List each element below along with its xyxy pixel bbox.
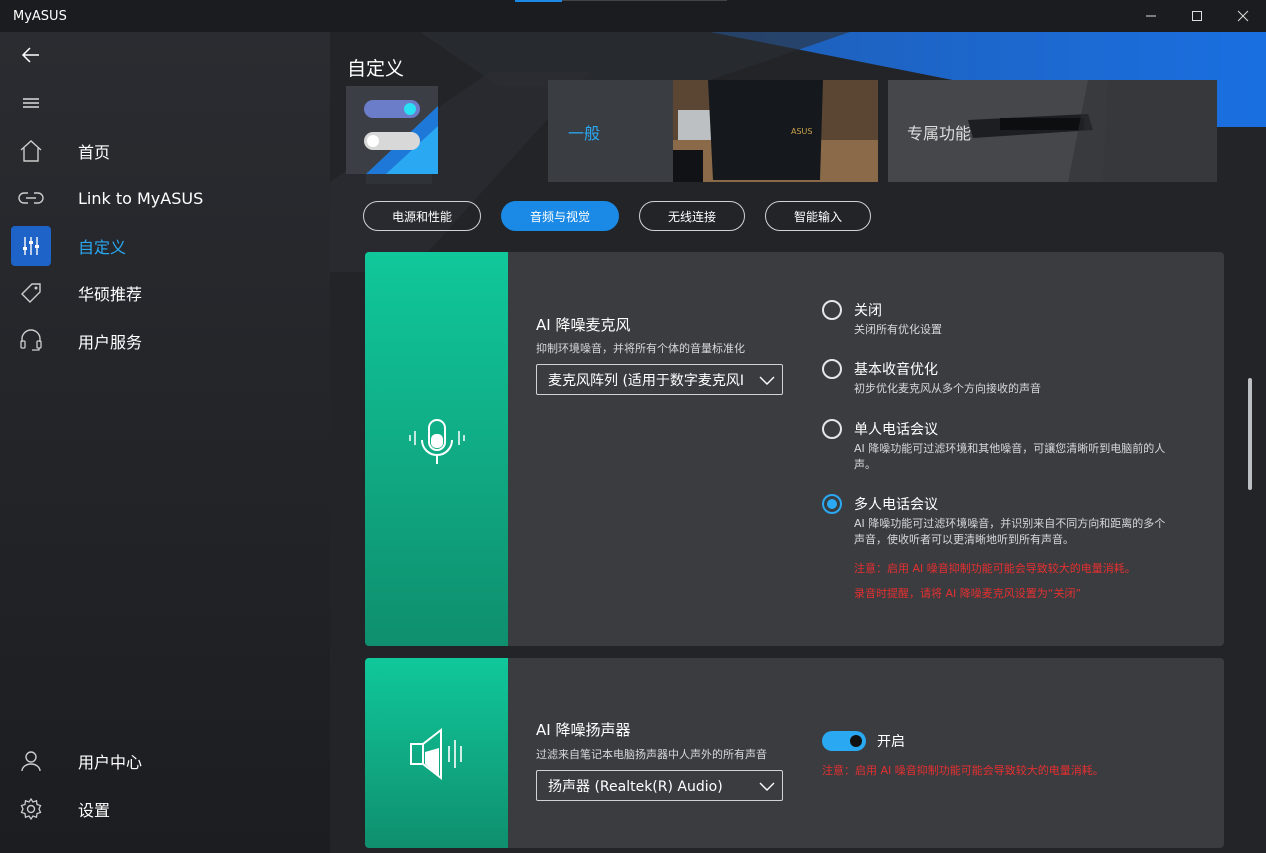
maximize-button[interactable] [1174,0,1220,32]
speaker-banner [365,658,508,848]
card-general[interactable]: ASUS 一般 [548,80,878,182]
nav-link-label: Link to MyASUS [78,188,204,208]
mic-warning-recording: 录音时提醒，请将 AI 降噪麦克风设置为“关闭” [854,587,1082,600]
back-arrow-icon [21,47,39,63]
speaker-warning: 注意：启用 AI 噪音抑制功能可能会导致较大的电量消耗。 [822,764,1104,777]
speaker-device-value: 扬声器 (Realtek(R) Audio) [548,778,723,795]
mic-description: 抑制环境噪音，并将所有个体的音量标准化 [536,342,745,355]
tag-icon [21,283,41,303]
card-exclusive[interactable]: 专属功能 [888,80,1217,182]
tab-wireless[interactable]: 无线连接 [639,201,746,231]
sidebar: 首页 Link to MyASUS 自定义 华硕推荐 用户服务 用户中心 设置 [0,32,330,853]
mic-title: AI 降噪麦克风 [536,316,631,334]
speaker-toggle-label: 开启 [877,734,905,750]
speaker-description: 过滤来自笔记本电脑扬声器中人声外的所有声音 [536,748,767,761]
link-icon [18,192,44,204]
radio-off[interactable] [822,300,842,320]
nav-settings-label: 设置 [78,801,111,820]
page-title: 自定义 [347,58,405,80]
tab-power-performance[interactable]: 电源和性能 [363,201,482,231]
microphone-icon [409,419,465,464]
mic-device-value: 麦克风阵列 (适用于数字麦克风I [548,372,745,389]
mic-warning-power: 注意：启用 AI 噪音抑制功能可能会导致较大的电量消耗。 [854,562,1136,575]
chevron-down-icon [759,376,775,385]
vertical-scrollbar[interactable] [1248,378,1252,490]
speaker-title: AI 降噪扬声器 [536,721,631,739]
nav-support[interactable]: 用户服务 [0,319,330,363]
app-title: MyASUS [13,8,67,24]
nav-recommend[interactable]: 华硕推荐 [0,271,330,315]
tab-bar: 电源和性能 音频与视觉 无线连接 智能输入 [363,201,872,231]
sliders-icon [23,237,39,255]
minimize-button[interactable] [1128,0,1174,32]
user-icon [21,751,41,772]
option-multi-call-desc: AI 降噪功能可过滤环境噪音，并识别来自不同方向和距离的多个声音，使收听者可以更… [854,517,1166,546]
title-divider-line [562,0,727,1]
tab-audio-visual[interactable]: 音频与视觉 [501,201,620,231]
nav-customize-label: 自定义 [78,238,127,257]
speaker-device-select[interactable]: 扬声器 (Realtek(R) Audio) [536,770,783,801]
option-basic-title: 基本收音优化 [854,362,938,378]
option-off-title: 关闭 [854,303,882,319]
title-accent-line [515,0,562,2]
nav-home[interactable]: 首页 [0,129,330,173]
radio-multi-call[interactable] [822,494,842,514]
nav-settings[interactable]: 设置 [0,787,330,831]
ai-speaker-panel: AI 降噪扬声器 过滤来自笔记本电脑扬声器中人声外的所有声音 扬声器 (Real… [365,658,1224,848]
option-multi-call-title: 多人电话会议 [854,497,938,513]
chevron-down-icon [759,782,775,791]
svg-text:ASUS: ASUS [791,127,812,136]
speaker-toggle[interactable] [822,731,866,751]
title-bar: MyASUS [0,0,1266,32]
card-general-label: 一般 [568,124,601,143]
maximize-icon [1192,11,1202,21]
nav-recommend-label: 华硕推荐 [78,285,143,304]
ai-mic-panel: AI 降噪麦克风 抑制环境噪音，并将所有个体的音量标准化 麦克风阵列 (适用于数… [365,252,1224,646]
speaker-icon [410,727,462,781]
minimize-icon [1146,15,1156,17]
headset-icon [20,329,42,351]
close-icon [1237,10,1249,22]
tab-smart-input[interactable]: 智能输入 [765,201,872,231]
nav-customize[interactable]: 自定义 [0,224,330,268]
nav-user-center-label: 用户中心 [78,753,143,772]
main-content: 自定义 ASUS 一般 专属功能 电源和性能 音频与视觉 无线连接 智能输入 A… [330,32,1266,853]
option-basic-desc: 初步优化麦克风从多个方向接收的声音 [854,382,1041,395]
option-single-call-title: 单人电话会议 [854,422,938,438]
close-button[interactable] [1220,0,1266,32]
mic-banner [365,252,508,646]
customize-illustration [346,86,438,184]
home-icon [20,140,42,162]
option-off-desc: 关闭所有优化设置 [854,323,942,336]
nav-user-center[interactable]: 用户中心 [0,739,330,783]
gear-icon [20,797,42,821]
radio-single-call[interactable] [822,419,842,439]
card-exclusive-label: 专属功能 [907,124,972,143]
mic-device-select[interactable]: 麦克风阵列 (适用于数字麦克风I [536,364,783,395]
menu-button[interactable] [14,86,48,120]
hamburger-icon [23,98,39,108]
back-button[interactable] [14,38,48,72]
radio-basic[interactable] [822,359,842,379]
nav-home-label: 首页 [78,143,111,162]
nav-support-label: 用户服务 [78,333,143,352]
option-single-call-desc: AI 降噪功能可过滤环境和其他噪音，可讓您清晰听到电脑前的人声。 [854,442,1166,471]
nav-link-to-myasus[interactable]: Link to MyASUS [0,176,330,220]
